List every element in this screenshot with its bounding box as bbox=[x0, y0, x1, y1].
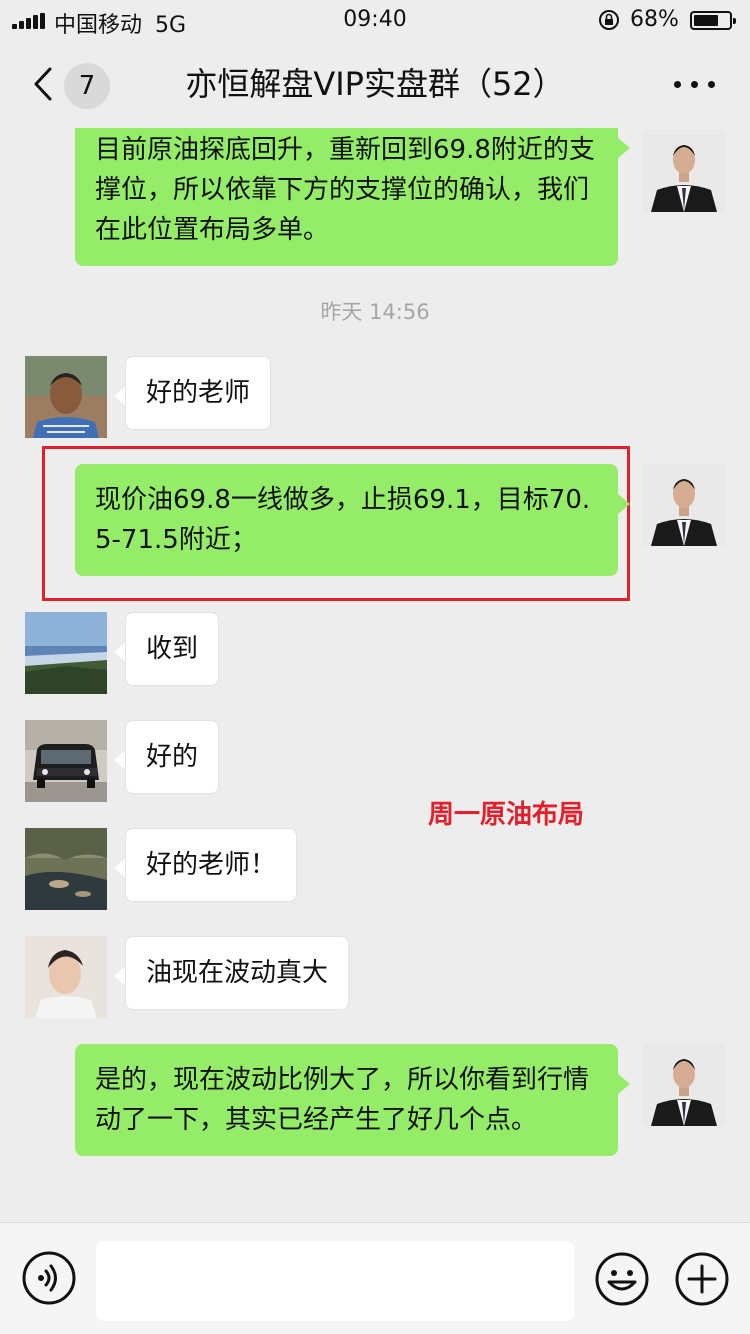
back-button[interactable]: 7 bbox=[28, 62, 118, 110]
status-bar: 中国移动 5G 09:40 68% bbox=[0, 0, 750, 40]
input-bar bbox=[0, 1222, 750, 1334]
message-bubble-incoming[interactable]: 好的老师！ bbox=[125, 828, 298, 902]
message-bubble-incoming[interactable]: 油现在波动真大 bbox=[125, 936, 350, 1010]
message-bubble-incoming[interactable]: 好的 bbox=[125, 720, 220, 794]
lock-rotation-icon bbox=[599, 10, 619, 30]
more-icon[interactable] bbox=[668, 76, 722, 92]
battery-percentage: 68% bbox=[630, 7, 679, 32]
voice-icon[interactable] bbox=[22, 1251, 76, 1305]
emoji-icon[interactable] bbox=[594, 1251, 650, 1307]
stream-avatar[interactable] bbox=[25, 828, 107, 910]
message-bubble-incoming[interactable]: 收到 bbox=[125, 612, 220, 686]
young-man-avatar[interactable] bbox=[25, 936, 107, 1018]
bubble-tail bbox=[618, 138, 630, 158]
farmer-avatar[interactable] bbox=[25, 356, 107, 438]
plus-icon[interactable] bbox=[674, 1251, 730, 1307]
car-avatar[interactable] bbox=[25, 720, 107, 802]
sender-suit-avatar[interactable] bbox=[643, 1044, 725, 1126]
sender-suit-avatar[interactable] bbox=[643, 130, 725, 212]
unread-count-badge: 7 bbox=[64, 63, 110, 109]
chat-header: 7 亦恒解盘VIP实盘群（52） bbox=[0, 40, 750, 128]
message-bubble-outgoing[interactable]: 现价油69.8一线做多，止损69.1，目标70.5-71.5附近； bbox=[75, 464, 618, 576]
message-bubble-outgoing[interactable]: 目前原油探底回升，重新回到69.8附近的支撑位，所以依靠下方的支撑位的确认，我们… bbox=[75, 128, 618, 266]
chat-title: 亦恒解盘VIP实盘群（52） bbox=[185, 65, 565, 103]
chat-message-list[interactable]: 目前原油探底回升，重新回到69.8附近的支撑位，所以依靠下方的支撑位的确认，我们… bbox=[0, 128, 750, 1222]
sender-suit-avatar[interactable] bbox=[643, 464, 725, 546]
bubble-tail bbox=[618, 1074, 630, 1094]
battery-icon bbox=[690, 11, 736, 30]
bubble-tail bbox=[618, 494, 630, 514]
message-bubble-outgoing[interactable]: 是的，现在波动比例大了，所以你看到行情动了一下，其实已经产生了好几个点。 bbox=[75, 1044, 618, 1156]
message-bubble-incoming[interactable]: 好的老师 bbox=[125, 356, 272, 430]
annotation-label: 周一原油布局 bbox=[428, 800, 585, 830]
timestamp-separator: 昨天 14:56 bbox=[320, 300, 430, 324]
back-chevron-icon bbox=[34, 67, 52, 101]
message-input[interactable] bbox=[96, 1241, 574, 1321]
landscape-avatar[interactable] bbox=[25, 612, 107, 694]
